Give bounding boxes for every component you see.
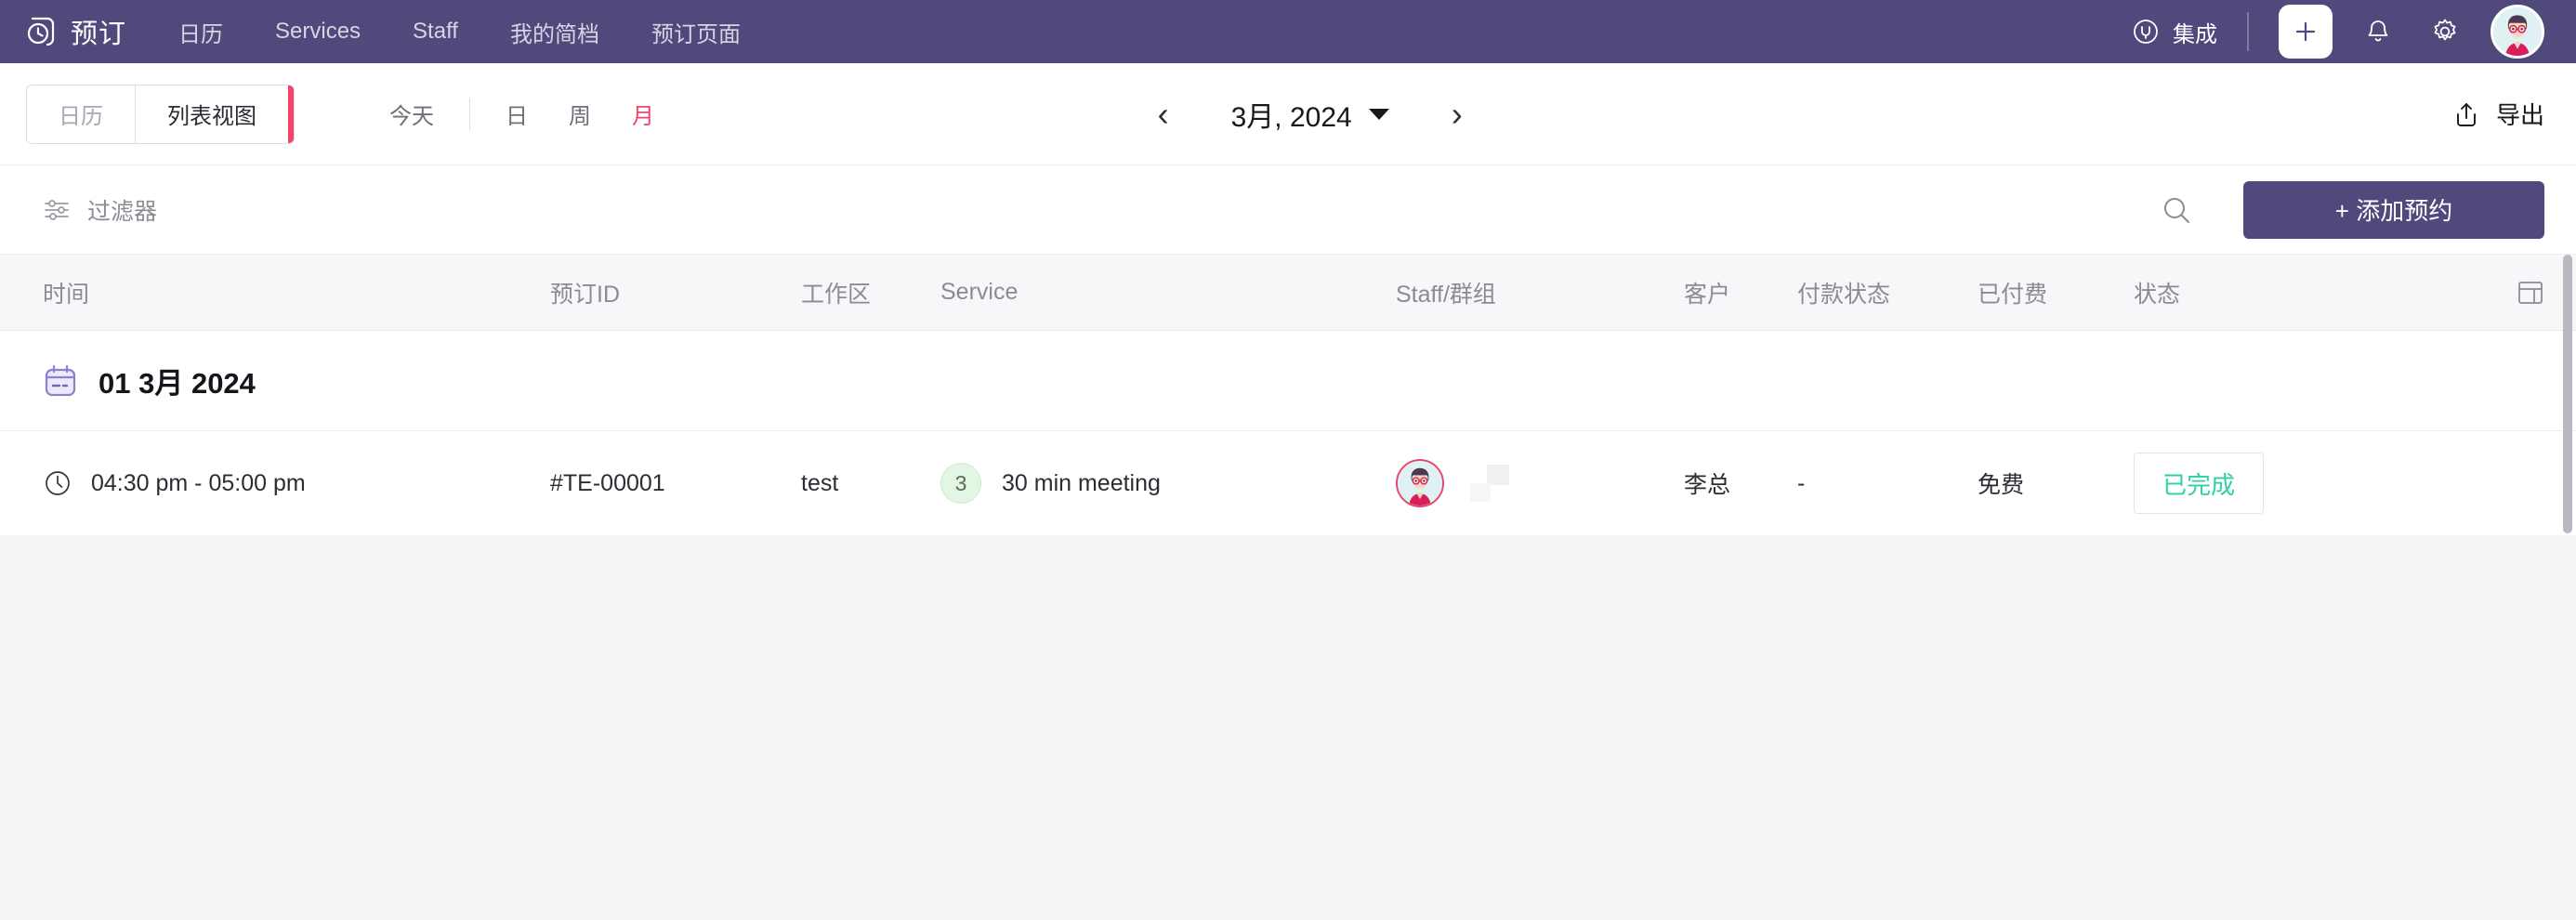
status-badge[interactable]: 已完成: [2134, 453, 2265, 514]
view-mode-toggle: 日历 列表视图: [26, 84, 295, 144]
calendar-icon: [43, 363, 78, 399]
group-date-label: 01 3月 2024: [99, 367, 256, 400]
table-row[interactable]: 04:30 pm - 05:00 pm #TE-00001 test 3 30 …: [0, 431, 2576, 535]
filter-label: 过滤器: [87, 198, 158, 225]
group-date-header: 01 3月 2024: [0, 331, 2576, 431]
top-navbar: 预订 日历 Services Staff 我的简档 预订页面 集成: [0, 0, 2576, 63]
range-today[interactable]: 今天: [384, 98, 440, 130]
add-booking-button[interactable]: + 添加预约: [2243, 180, 2544, 239]
service-count-badge: 3: [940, 463, 981, 504]
column-header-client[interactable]: 客户: [1684, 276, 1797, 309]
table-header-row: 时间 预订ID 工作区 Service Staff/群组 客户 付款状态 已付费…: [0, 255, 2576, 331]
search-button[interactable]: [2150, 184, 2202, 236]
range-month[interactable]: 月: [626, 98, 660, 130]
column-header-booking-id[interactable]: 预订ID: [550, 276, 801, 309]
nav-link-calendar[interactable]: 日历: [178, 16, 223, 48]
user-avatar[interactable]: [2491, 5, 2544, 59]
column-header-paid[interactable]: 已付费: [1978, 276, 2134, 309]
range-week[interactable]: 周: [563, 98, 597, 130]
cell-status: 已完成: [2134, 453, 2489, 514]
filter-button[interactable]: 过滤器: [43, 193, 157, 227]
bell-icon: [2363, 17, 2393, 46]
range-divider: [469, 98, 470, 130]
booking-group: 01 3月 2024 04:30 pm - 05:00 pm #TE-00001…: [0, 331, 2576, 535]
add-new-button[interactable]: [2279, 5, 2333, 59]
column-header-service[interactable]: Service: [940, 279, 1396, 306]
scrollbar-thumb[interactable]: [2563, 255, 2572, 533]
export-icon: [2451, 99, 2481, 129]
cell-service: 3 30 min meeting: [940, 463, 1396, 504]
staff-avatar[interactable]: [1396, 459, 1444, 507]
clock-icon: [43, 468, 72, 498]
range-selector: 今天 日 周 月: [384, 98, 660, 130]
nav-link-services[interactable]: Services: [275, 19, 361, 45]
navbar-right-actions: 集成: [2132, 5, 2544, 59]
current-period-dropdown[interactable]: 3月, 2024: [1231, 94, 1389, 135]
chevron-down-icon: [1368, 108, 1389, 120]
cell-booking-id: #TE-00001: [550, 469, 665, 496]
gear-icon: [2430, 17, 2460, 46]
column-header-time[interactable]: 时间: [43, 276, 550, 309]
search-icon: [2160, 193, 2193, 227]
column-header-workspace[interactable]: 工作区: [801, 276, 940, 309]
plus-icon: [2292, 18, 2320, 46]
column-header-staff[interactable]: Staff/群组: [1396, 276, 1684, 309]
primary-nav: 日历 Services Staff 我的简档 预订页面: [178, 16, 741, 48]
range-day[interactable]: 日: [500, 98, 533, 130]
avatar-illustration: [2493, 7, 2542, 56]
view-tab-list[interactable]: 列表视图: [136, 85, 288, 143]
nav-link-my-profile[interactable]: 我的简档: [510, 16, 599, 48]
cell-client: 李总: [1684, 472, 1731, 498]
integration-button[interactable]: 集成: [2132, 16, 2217, 48]
settings-button[interactable]: [2424, 10, 2466, 53]
brand[interactable]: 预订: [22, 12, 126, 51]
filter-sliders-icon: [43, 196, 71, 224]
nav-link-booking-page[interactable]: 预订页面: [651, 16, 741, 48]
filter-bar: 过滤器 + 添加预约: [0, 165, 2576, 255]
active-tab-accent: [288, 85, 294, 143]
export-label: 导出: [2495, 101, 2544, 129]
cell-workspace: test: [801, 469, 839, 496]
integration-label: 集成: [2173, 21, 2217, 47]
notifications-button[interactable]: [2357, 10, 2399, 53]
current-period-label: 3月, 2024: [1230, 101, 1352, 133]
plug-icon: [2132, 18, 2160, 46]
column-header-payment-status[interactable]: 付款状态: [1797, 276, 1978, 309]
next-period-button[interactable]: ›: [1445, 97, 1469, 131]
vertical-scrollbar[interactable]: [2563, 255, 2572, 535]
navbar-divider: [2247, 12, 2249, 51]
nav-link-staff[interactable]: Staff: [413, 19, 458, 45]
cell-staff: [1396, 459, 1684, 507]
booking-time-label: 04:30 pm - 05:00 pm: [91, 469, 306, 496]
staff-avatar-illustration: [1398, 461, 1442, 506]
cell-payment-status: -: [1797, 469, 1806, 496]
column-settings-button[interactable]: [2489, 279, 2544, 307]
cell-time: 04:30 pm - 05:00 pm: [43, 468, 550, 498]
brand-name: 预订: [71, 20, 127, 49]
staff-placeholder-icon: [1470, 465, 1509, 502]
booking-logo-icon: [22, 14, 58, 49]
previous-period-button[interactable]: ‹: [1151, 97, 1176, 131]
service-name-label: 30 min meeting: [1002, 469, 1161, 496]
cell-paid: 免费: [1978, 472, 2025, 498]
bookings-table: 时间 预订ID 工作区 Service Staff/群组 客户 付款状态 已付费…: [0, 255, 2576, 535]
date-navigator: ‹ 3月, 2024 ›: [1151, 94, 1469, 135]
view-toolbar: 日历 列表视图 今天 日 周 月 ‹ 3月, 2024 › 导出: [0, 63, 2576, 165]
view-tab-calendar[interactable]: 日历: [27, 85, 136, 143]
export-button[interactable]: 导出: [2451, 97, 2544, 131]
column-header-status[interactable]: 状态: [2134, 276, 2489, 309]
